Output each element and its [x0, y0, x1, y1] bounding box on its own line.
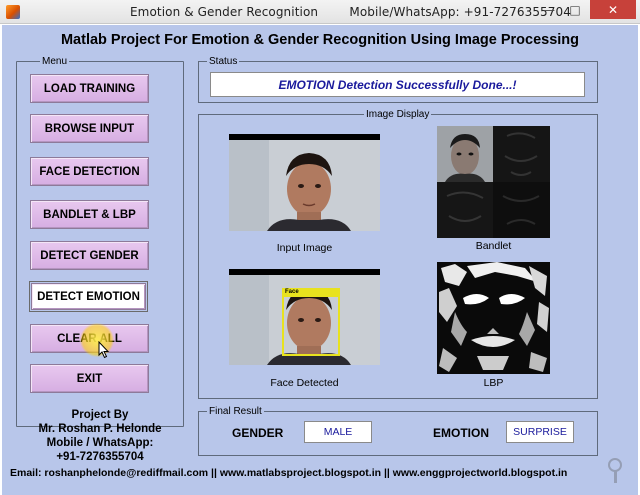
input-image-caption: Input Image	[276, 242, 333, 254]
magnifier-watermark-icon	[608, 458, 622, 483]
credits-line: Mobile / WhatsApp:	[46, 437, 154, 449]
input-image	[229, 134, 380, 231]
menu-panel-title: Menu	[40, 56, 70, 67]
image-display-title: Image Display	[364, 109, 432, 120]
face-detection-button[interactable]: FACE DETECTION	[30, 157, 149, 186]
close-button[interactable]: ✕	[590, 0, 636, 19]
window-titlebar[interactable]: Emotion & Gender Recognition Mobile/What…	[0, 0, 640, 24]
detect-emotion-button[interactable]: DETECT EMOTION	[29, 281, 148, 312]
credits-line: +91-7276355704	[56, 451, 144, 463]
figure-window: Matlab Project For Emotion & Gender Reco…	[2, 25, 638, 495]
bandlet-image	[437, 126, 550, 238]
exit-button[interactable]: EXIT	[30, 364, 149, 393]
input-image-photo	[229, 140, 380, 231]
page-title: Matlab Project For Emotion & Gender Reco…	[60, 32, 580, 48]
face-box-label: Face	[285, 289, 299, 295]
credits-line: Project By	[71, 409, 129, 421]
face-detected-photo	[229, 275, 380, 365]
status-panel: EMOTION Detection Successfully Done...!	[198, 61, 598, 103]
lbp-pattern	[437, 262, 550, 374]
face-detected-image: Face	[229, 269, 380, 365]
status-message: EMOTION Detection Successfully Done...!	[210, 72, 585, 97]
gender-value: MALE	[304, 421, 372, 443]
detect-gender-button[interactable]: DETECT GENDER	[30, 241, 149, 270]
status-panel-title: Status	[207, 56, 240, 67]
bandlet-lbp-button[interactable]: BANDLET & LBP	[30, 200, 149, 229]
matlab-icon	[6, 5, 20, 19]
final-result-title: Final Result	[207, 406, 264, 417]
load-training-button[interactable]: LOAD TRAINING	[30, 74, 149, 103]
footer-contact: Email: roshanphelonde@rediffmail.com || …	[10, 467, 568, 479]
image-display-panel: Input Image Face Face Detected Bandlet L…	[198, 114, 598, 399]
browse-input-button[interactable]: BROWSE INPUT	[30, 114, 149, 143]
clear-all-button[interactable]: CLEAR ALL	[30, 324, 149, 353]
lbp-image	[437, 262, 550, 374]
final-result-panel: GENDER MALE EMOTION SURPRISE	[198, 411, 598, 456]
face-detected-caption: Face Detected	[270, 377, 339, 389]
credits-line: Mr. Roshan P. Helonde	[38, 423, 162, 435]
window-title: Emotion & Gender Recognition Mobile/What…	[130, 5, 571, 19]
emotion-value: SURPRISE	[506, 421, 574, 443]
bandlet-caption: Bandlet	[475, 240, 512, 252]
minimize-button[interactable]: —	[536, 0, 562, 19]
maximize-button[interactable]: □	[562, 0, 588, 19]
bandlet-grid	[437, 126, 550, 238]
credits-block: Project By Mr. Roshan P. Helonde Mobile …	[16, 408, 184, 464]
emotion-label: EMOTION	[433, 426, 489, 440]
lbp-caption: LBP	[483, 377, 504, 389]
gender-label: GENDER	[232, 426, 284, 440]
